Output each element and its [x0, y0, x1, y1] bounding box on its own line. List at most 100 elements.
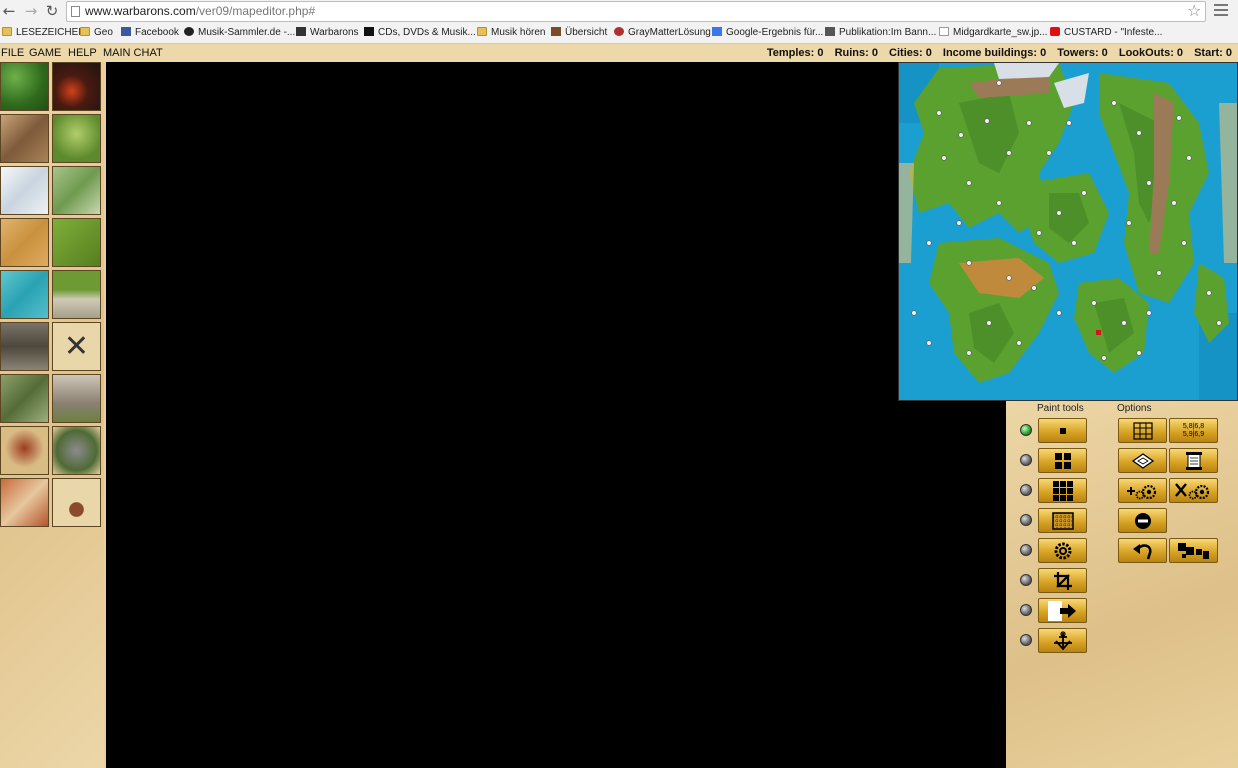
tile-mountains[interactable] — [0, 114, 49, 163]
remove-button[interactable] — [1118, 508, 1167, 533]
bookmark-lesezeichen[interactable]: LESEZEICHEN — [2, 26, 85, 40]
move-tool-radio[interactable] — [1020, 604, 1032, 616]
menu-game[interactable]: GAME — [29, 46, 61, 60]
tile-village[interactable] — [0, 478, 49, 527]
site-icon — [551, 27, 561, 36]
minus-circle-icon — [1134, 512, 1151, 529]
bookmark-facebook[interactable]: Facebook — [121, 26, 179, 40]
fill-area-button[interactable] — [1038, 508, 1087, 533]
3x3-brush-button[interactable] — [1038, 478, 1087, 503]
google-icon — [712, 27, 722, 36]
single-square-icon — [1059, 427, 1066, 434]
tile-temple[interactable] — [52, 374, 101, 423]
bookmark-musik-sammler[interactable]: Musik-Sammler.de -... — [184, 26, 295, 40]
map-view-button[interactable] — [1118, 448, 1167, 473]
tile-road[interactable] — [52, 270, 101, 319]
tile-marsh[interactable] — [52, 166, 101, 215]
tools-settings-button[interactable] — [1169, 478, 1218, 503]
tile-forest[interactable] — [0, 62, 49, 111]
tool-panel: Paint tools Options 5,8|6,8 5,9|6,9 — [1006, 401, 1238, 768]
back-arrow-icon[interactable]: ← — [0, 2, 18, 20]
bookmark-musik-hoeren[interactable]: Musik hören — [477, 26, 545, 40]
grid-3x3-icon — [1052, 480, 1073, 501]
stat-temples: Temples: 0 — [766, 47, 824, 59]
tools-gears-icon — [1174, 482, 1209, 499]
tile-desert[interactable] — [0, 218, 49, 267]
facebook-icon — [121, 27, 131, 36]
gi-icon — [364, 27, 374, 36]
tile-lava[interactable] — [52, 62, 101, 111]
pattern-button[interactable] — [1169, 538, 1218, 563]
reload-icon[interactable]: ↻ — [43, 2, 61, 20]
bookmark-custard[interactable]: CUSTARD - "Infeste... — [1050, 26, 1162, 40]
coordinates-button[interactable]: 5,8|6,8 5,9|6,9 — [1169, 418, 1218, 443]
bookmark-midgardkarte[interactable]: Midgardkarte_sw.jp... — [939, 26, 1048, 40]
tile-tower[interactable] — [52, 426, 101, 475]
map-canvas[interactable] — [106, 62, 1006, 768]
bookmark-star-icon[interactable]: ☆ — [1187, 2, 1201, 20]
anchor-tool-radio[interactable] — [1020, 634, 1032, 646]
bookmark-geo[interactable]: Geo — [80, 26, 113, 40]
tile-water[interactable] — [0, 270, 49, 319]
tile-snow[interactable] — [0, 166, 49, 215]
address-bar[interactable]: www.warbarons.com/ver09/mapeditor.php# — [66, 1, 1206, 22]
move-selection-button[interactable] — [1038, 598, 1087, 623]
minimap[interactable] — [898, 62, 1238, 401]
tile-hero[interactable] — [0, 426, 49, 475]
tile-treasure-bag[interactable] — [52, 478, 101, 527]
menu-help[interactable]: HELP — [68, 46, 97, 60]
stat-ruins: Ruins: 0 — [834, 47, 878, 59]
minimap-terrain — [899, 63, 1237, 400]
tile-hills[interactable] — [52, 114, 101, 163]
fill-area-radio[interactable] — [1020, 514, 1032, 526]
browser-menu-icon[interactable] — [1214, 4, 1228, 18]
bookmark-cds-dvds[interactable]: CDs, DVDs & Musik... — [364, 26, 476, 40]
bookmark-warbarons[interactable]: Warbarons — [296, 26, 359, 40]
page-icon — [939, 27, 949, 36]
anchor-button[interactable] — [1038, 628, 1087, 653]
map-scroll-icon — [1131, 452, 1154, 469]
menu-main-chat[interactable]: MAIN CHAT — [103, 46, 163, 60]
stat-start: Start: 0 — [1194, 47, 1232, 59]
menu-file[interactable]: FILE — [1, 46, 24, 60]
warbarons-icon — [296, 27, 306, 36]
tile-city-wall[interactable] — [0, 322, 49, 371]
paint-tools-title: Paint tools — [1037, 403, 1084, 414]
bookmark-publikation[interactable]: Publikation:Im Bann... — [825, 26, 936, 40]
toggle-grid-button[interactable] — [1118, 418, 1167, 443]
scroll-notes-button[interactable] — [1169, 448, 1218, 473]
plus-gears-icon — [1126, 484, 1156, 499]
random-tool-radio[interactable] — [1020, 544, 1032, 556]
folder-icon — [2, 27, 12, 36]
scroll-icon — [1185, 451, 1202, 470]
brush-size-3-radio[interactable] — [1020, 484, 1032, 496]
stat-towers: Towers: 0 — [1057, 47, 1108, 59]
gear-icon — [1054, 542, 1071, 559]
add-settings-button[interactable] — [1118, 478, 1167, 503]
grid-icon — [1132, 421, 1153, 440]
crop-button[interactable] — [1038, 568, 1087, 593]
dotted-grid-icon — [1051, 511, 1074, 530]
forward-arrow-icon[interactable]: → — [22, 2, 40, 20]
youtube-icon — [1050, 27, 1060, 36]
bookmarks-bar: LESEZEICHEN Geo Facebook Musik-Sammler.d… — [0, 24, 1238, 42]
close-icon[interactable]: ✕ — [52, 322, 101, 371]
bookmark-uebersicht[interactable]: Übersicht — [551, 26, 607, 40]
browser-chrome: ← → ↻ www.warbarons.com/ver09/mapeditor.… — [0, 0, 1238, 44]
brush-size-2-radio[interactable] — [1020, 454, 1032, 466]
undo-button[interactable] — [1118, 538, 1167, 563]
tile-ruins[interactable] — [0, 374, 49, 423]
folder-icon — [80, 27, 90, 36]
move-right-icon — [1047, 600, 1076, 621]
stat-cities: Cities: 0 — [889, 47, 932, 59]
crop-tool-radio[interactable] — [1020, 574, 1032, 586]
random-terrain-button[interactable] — [1038, 538, 1087, 563]
single-tile-brush-button[interactable] — [1038, 418, 1087, 443]
bookmark-graymatter[interactable]: GrayMatterLösung — [614, 26, 711, 40]
tile-grass[interactable] — [52, 218, 101, 267]
stat-lookouts: LookOuts: 0 — [1118, 47, 1184, 59]
bookmark-google-ergebnis[interactable]: Google-Ergebnis für... — [712, 26, 823, 40]
brush-size-1-radio[interactable] — [1020, 424, 1032, 436]
2x2-brush-button[interactable] — [1038, 448, 1087, 473]
url-host: www.warbarons.com — [85, 4, 196, 18]
